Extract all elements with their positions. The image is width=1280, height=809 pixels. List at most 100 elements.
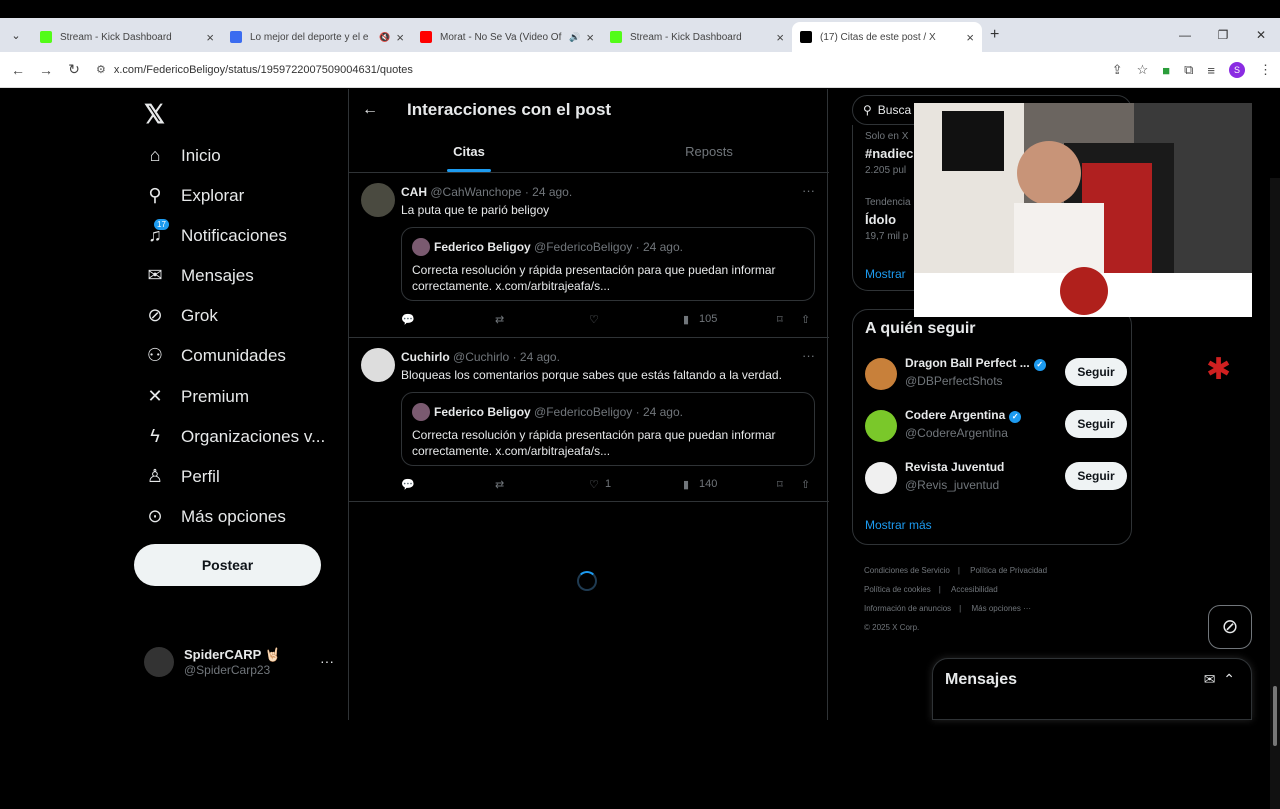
close-icon[interactable]: ×	[206, 30, 214, 45]
reload-icon[interactable]: ↻	[60, 61, 88, 78]
extension-green-icon[interactable]: ■	[1162, 63, 1170, 78]
messages-dock[interactable]: Mensajes ✉ ⌃	[932, 658, 1252, 720]
avatar[interactable]	[361, 348, 395, 382]
site-settings-icon[interactable]: ⚙	[96, 63, 106, 76]
bookmark-icon[interactable]: ⌑	[777, 478, 783, 491]
bookmark-icon[interactable]: ⌑	[777, 313, 783, 326]
reply-icon[interactable]: 💬	[401, 478, 415, 491]
nav-item-mas-opciones[interactable]: ⊙ Más opciones	[144, 506, 285, 527]
show-more-link[interactable]: Mostrar más	[865, 518, 932, 532]
page-scrollbar[interactable]	[1270, 178, 1280, 809]
x-logo-icon[interactable]: 𝕏	[144, 99, 165, 130]
trend-name[interactable]: #nadiec	[865, 146, 913, 161]
muted-icon[interactable]: 🔇	[379, 32, 390, 43]
close-icon[interactable]: ×	[586, 30, 594, 45]
avatar[interactable]	[865, 462, 897, 494]
avatar[interactable]	[865, 410, 897, 442]
footer-link[interactable]: Más opciones ···	[971, 604, 1031, 613]
nav-item-grok[interactable]: ⊘ Grok	[144, 305, 217, 326]
like-icon[interactable]: ♡	[589, 313, 599, 326]
browser-tab-1[interactable]: Stream - Kick Dashboard ×	[32, 22, 222, 52]
tab-title: Stream - Kick Dashboard	[630, 31, 742, 43]
author-name[interactable]: Cuchirlo	[401, 350, 450, 364]
show-more-link[interactable]: Mostrar	[865, 267, 906, 281]
post-date[interactable]: · 24 ago.	[513, 350, 560, 364]
kebab-menu-icon[interactable]: ⋮	[1259, 62, 1272, 78]
quoted-post[interactable]: Federico Beligoy @FedericoBeligoy · 24 a…	[401, 227, 815, 301]
share-icon[interactable]: ⇧	[801, 478, 810, 491]
nav-item-comunidades[interactable]: ⚇ Comunidades	[144, 345, 286, 366]
follow-button[interactable]: Seguir	[1065, 410, 1127, 438]
nav-item-organizaciones[interactable]: ϟ Organizaciones v...	[144, 426, 325, 447]
puzzle-icon[interactable]: ⧉	[1184, 62, 1193, 78]
avatar[interactable]	[361, 183, 395, 217]
minimize-icon[interactable]: —	[1166, 28, 1204, 42]
speaker-icon[interactable]: 🔊	[569, 32, 580, 43]
browser-tab-3[interactable]: Morat - No Se Va (Video Of 🔊 ×	[412, 22, 602, 52]
nav-item-explorar[interactable]: ⚲ Explorar	[144, 185, 244, 206]
browser-tab-2[interactable]: Lo mejor del deporte y el e 🔇 ×	[222, 22, 412, 52]
tab-citas[interactable]: Citas	[349, 131, 589, 172]
post-item[interactable]: Cuchirlo @Cuchirlo · 24 ago. ··· Bloquea…	[349, 338, 829, 502]
browser-tab-5[interactable]: (17) Citas de este post / X ×	[792, 22, 982, 52]
close-window-icon[interactable]: ✕	[1242, 28, 1280, 42]
profile-avatar-icon[interactable]: S	[1229, 62, 1245, 78]
post-item[interactable]: CAH @CahWanchope · 24 ago. ··· La puta q…	[349, 173, 829, 338]
back-arrow-icon[interactable]: ←	[4, 62, 32, 78]
compose-message-icon[interactable]: ✉	[1204, 671, 1216, 687]
author-handle[interactable]: @Cuchirlo	[453, 350, 509, 364]
grok-floating-button[interactable]: ⊘	[1208, 605, 1252, 649]
follow-button[interactable]: Seguir	[1065, 358, 1127, 386]
footer-link[interactable]: Accesibilidad	[951, 585, 998, 594]
author-handle[interactable]: @CahWanchope	[430, 185, 521, 199]
browser-tab-4[interactable]: Stream - Kick Dashboard ×	[602, 22, 792, 52]
post-date[interactable]: · 24 ago.	[525, 185, 572, 199]
tab-reposts[interactable]: Reposts	[589, 131, 829, 172]
tab-search-chevron-icon[interactable]: ⌄	[0, 29, 32, 42]
footer-link[interactable]: Información de anuncios	[864, 604, 951, 613]
views-icon[interactable]: ▮	[683, 313, 689, 326]
more-dots-icon[interactable]: ···	[802, 183, 815, 198]
author-name[interactable]: CAH	[401, 185, 427, 199]
nav-item-perfil[interactable]: ♙ Perfil	[144, 466, 220, 487]
nav-item-mensajes[interactable]: ✉ Mensajes	[144, 265, 253, 286]
follow-suggestion[interactable]: Revista Juventud @Revis_juventud Seguir	[865, 458, 1127, 498]
expand-icon[interactable]: ⌃	[1223, 671, 1235, 687]
install-icon[interactable]: ⇪	[1112, 62, 1123, 78]
repost-icon[interactable]: ⇄	[495, 478, 504, 491]
close-icon[interactable]: ×	[396, 30, 404, 45]
views-icon[interactable]: ▮	[683, 478, 689, 491]
scrollbar-thumb[interactable]	[1273, 686, 1277, 746]
webcam-image	[914, 103, 1252, 317]
footer-link[interactable]: Política de cookies	[864, 585, 931, 594]
more-dots-icon[interactable]: ···	[802, 348, 815, 363]
nav-item-inicio[interactable]: ⌂ Inicio	[144, 145, 221, 166]
post-button[interactable]: Postear	[134, 544, 321, 586]
trend-name[interactable]: Ídolo	[865, 212, 896, 227]
media-controls-icon[interactable]: ≡	[1207, 63, 1215, 78]
back-arrow-icon[interactable]: ←	[349, 101, 391, 119]
bookmark-star-icon[interactable]: ☆	[1137, 62, 1149, 78]
like-icon[interactable]: ♡	[589, 478, 599, 491]
close-icon[interactable]: ×	[776, 30, 784, 45]
share-icon[interactable]: ⇧	[801, 313, 810, 326]
nav-item-premium[interactable]: ✕ Premium	[144, 386, 249, 407]
account-switcher[interactable]: SpiderCARP 🤘🏻 @SpiderCarp23 ···	[144, 647, 334, 677]
footer-link[interactable]: Política de Privacidad	[970, 566, 1047, 575]
follow-suggestion[interactable]: Codere Argentina ✓ @CodereArgentina Segui…	[865, 406, 1127, 446]
repost-icon[interactable]: ⇄	[495, 313, 504, 326]
follow-suggestion[interactable]: Dragon Ball Perfect ... ✓ @DBPerfectShots…	[865, 354, 1127, 394]
forward-arrow-icon[interactable]: →	[32, 62, 60, 78]
url-field[interactable]: ⚙ x.com/FedericoBeligoy/status/195972200…	[96, 63, 413, 77]
follow-button[interactable]: Seguir	[1065, 462, 1127, 490]
nav-item-notificaciones[interactable]: ♫ 17 Notificaciones	[144, 219, 287, 246]
account-handle: @CodereArgentina	[905, 426, 1008, 440]
footer-link[interactable]: Condiciones de Servicio	[864, 566, 950, 575]
more-dots-icon[interactable]: ···	[320, 653, 334, 669]
quoted-post[interactable]: Federico Beligoy @FedericoBeligoy · 24 a…	[401, 392, 815, 466]
avatar[interactable]	[865, 358, 897, 390]
restore-icon[interactable]: ❐	[1204, 28, 1242, 42]
reply-icon[interactable]: 💬	[401, 313, 415, 326]
new-tab-plus-icon[interactable]: +	[990, 26, 999, 44]
close-icon[interactable]: ×	[966, 30, 974, 45]
